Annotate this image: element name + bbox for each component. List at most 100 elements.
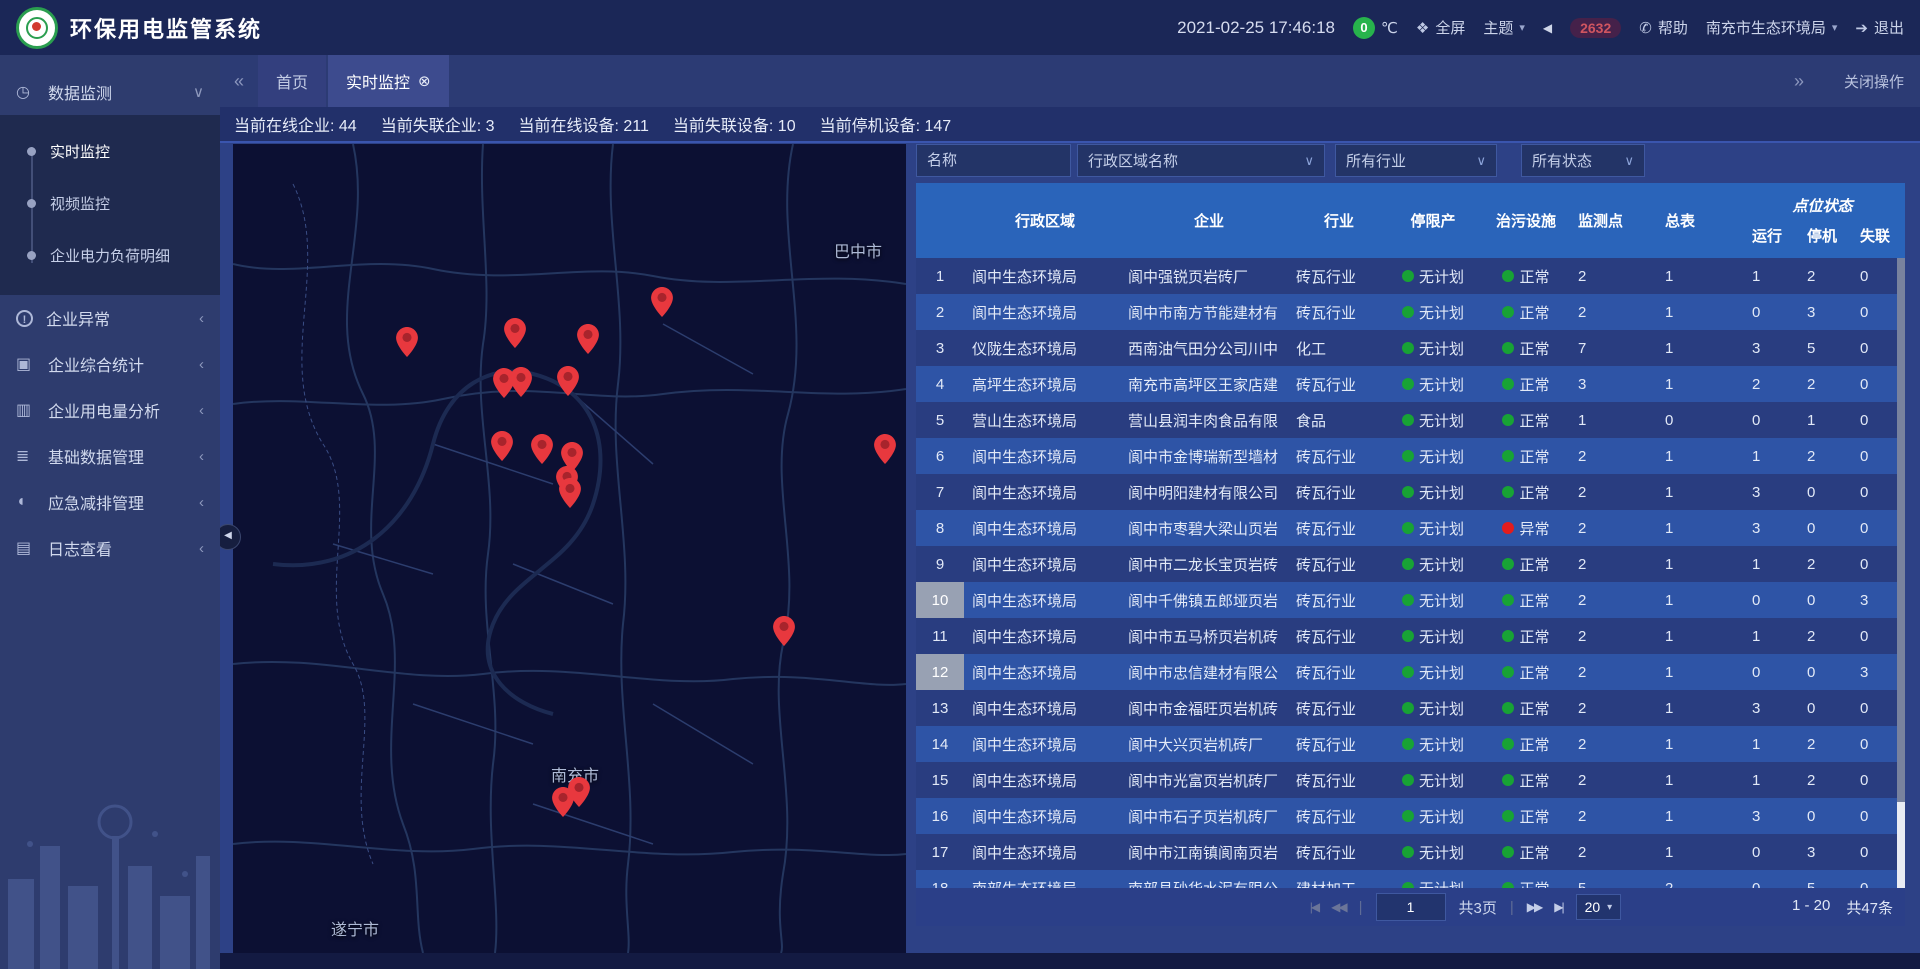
col-point-status-group: 点位状态 运行 停机 失联 [1748, 183, 1897, 258]
next-page-button[interactable]: ▶▶ [1527, 900, 1541, 914]
cell-points: 7 [1572, 330, 1660, 366]
prev-page-button[interactable]: ◀◀ [1331, 900, 1345, 914]
sidebar-subitem-视频监控[interactable]: 视频监控 [0, 177, 220, 229]
map-pin-icon[interactable] [531, 434, 553, 464]
cell-stop-status: 无计划 [1386, 762, 1480, 798]
logout-button[interactable]: ➔ 退出 [1855, 17, 1904, 38]
close-operations-button[interactable]: 关闭操作 [1844, 71, 1904, 92]
last-page-button[interactable]: ▶| [1554, 900, 1562, 914]
tab-实时监控[interactable]: 实时监控⊗ [328, 55, 449, 107]
cell-company: 阆中千佛镇五郎垭页岩 [1126, 582, 1292, 618]
close-tab-icon[interactable]: ⊗ [418, 72, 431, 90]
notification-badge[interactable]: 2632 [1570, 18, 1621, 38]
table-row[interactable]: 2阆中生态环境局阆中市南方节能建材有砖瓦行业无计划正常21030 [916, 294, 1905, 330]
table-row[interactable]: 14阆中生态环境局阆中大兴页岩机砖厂砖瓦行业无计划正常21120 [916, 726, 1905, 762]
table-row[interactable]: 8阆中生态环境局阆中市枣碧大梁山页岩砖瓦行业无计划异常21300 [916, 510, 1905, 546]
table-scrollbar-track[interactable] [1897, 258, 1905, 888]
help-button[interactable]: ✆ 帮助 [1639, 17, 1688, 38]
table-row[interactable]: 15阆中生态环境局阆中市光富页岩机砖厂砖瓦行业无计划正常21120 [916, 762, 1905, 798]
sidebar-item-企业用电量分析[interactable]: ▥企业用电量分析‹ [0, 387, 220, 433]
map-pin-icon[interactable] [396, 327, 418, 357]
table-row[interactable]: 4高坪生态环境局南充市高坪区王家店建砖瓦行业无计划正常31220 [916, 366, 1905, 402]
cell-lost: 0 [1856, 762, 1897, 798]
map-pin-icon[interactable] [773, 616, 795, 646]
cell-lost: 3 [1856, 654, 1897, 690]
map-pin-icon[interactable] [504, 318, 526, 348]
cell-index: 18 [916, 870, 964, 888]
theme-label: 主题 [1483, 17, 1513, 38]
cell-facility-status: 正常 [1480, 258, 1572, 294]
name-filter-input[interactable] [917, 145, 1070, 176]
status-dot-icon [1402, 270, 1414, 282]
first-page-button[interactable]: |◀ [1310, 900, 1318, 914]
org-dropdown[interactable]: 南充市生态环境局 ▾ [1706, 17, 1838, 38]
table-row[interactable]: 16阆中生态环境局阆中市石子页岩机砖厂砖瓦行业无计划正常21300 [916, 798, 1905, 834]
table-row[interactable]: 6阆中生态环境局阆中市金博瑞新型墙材砖瓦行业无计划正常21120 [916, 438, 1905, 474]
map-pin-icon[interactable] [874, 434, 896, 464]
map-pin-icon[interactable] [552, 787, 574, 817]
table-row[interactable]: 11阆中生态环境局阆中市五马桥页岩机砖砖瓦行业无计划正常21120 [916, 618, 1905, 654]
table-row[interactable]: 3仪陇生态环境局西南油气田分公司川中化工无计划正常71350 [916, 330, 1905, 366]
sidebar-subitem-企业电力负荷明细[interactable]: 企业电力负荷明细 [0, 229, 220, 281]
cell-index: 5 [916, 402, 964, 438]
table-row[interactable]: 9阆中生态环境局阆中市二龙长宝页岩砖砖瓦行业无计划正常21120 [916, 546, 1905, 582]
map-pin-icon[interactable] [559, 478, 581, 508]
table-row[interactable]: 10阆中生态环境局阆中千佛镇五郎垭页岩砖瓦行业无计划正常21003 [916, 582, 1905, 618]
sidebar-item-基础数据管理[interactable]: ≣基础数据管理‹ [0, 433, 220, 479]
stop-status-label: 无计划 [1419, 806, 1464, 827]
sidebar-item-数据监测[interactable]: ◷数据监测∨ [0, 69, 220, 115]
map-pin-icon[interactable] [577, 324, 599, 354]
cell-halt: 2 [1803, 438, 1856, 474]
industry-filter-select[interactable]: 所有行业 ∨ [1335, 144, 1497, 177]
stats-icon: ▣ [16, 354, 42, 374]
cell-stop-status: 无计划 [1386, 582, 1480, 618]
table-row[interactable]: 13阆中生态环境局阆中市金福旺页岩机砖砖瓦行业无计划正常21300 [916, 690, 1905, 726]
col-run: 运行 [1748, 225, 1803, 246]
region-filter-select[interactable]: 行政区域名称 ∨ [1077, 144, 1325, 177]
table-row[interactable]: 12阆中生态环境局阆中市忠信建材有限公砖瓦行业无计划正常21003 [916, 654, 1905, 690]
status-dot-icon [1502, 558, 1514, 570]
cell-lost: 0 [1856, 330, 1897, 366]
tabs-scroll-left-icon[interactable]: « [234, 71, 244, 92]
cell-lost: 0 [1856, 798, 1897, 834]
app-logo [16, 7, 58, 49]
cell-industry: 砖瓦行业 [1292, 726, 1386, 762]
cell-region: 阆中生态环境局 [964, 762, 1126, 798]
stop-status-label: 无计划 [1419, 626, 1464, 647]
sidebar-subitem-实时监控[interactable]: 实时监控 [0, 125, 220, 177]
map-pin-icon[interactable] [557, 366, 579, 396]
sidebar-item-日志查看[interactable]: ▤日志查看‹ [0, 525, 220, 571]
sidebar-item-企业综合统计[interactable]: ▣企业综合统计‹ [0, 341, 220, 387]
table-row[interactable]: 7阆中生态环境局阆中明阳建材有限公司砖瓦行业无计划正常21300 [916, 474, 1905, 510]
table-row[interactable]: 18南部生态环境局南部县砂华水泥有限公建材加工无计划正常52050 [916, 870, 1905, 888]
cell-meters: 1 [1660, 258, 1748, 294]
page-size-select[interactable]: 20 ▾ [1576, 894, 1622, 920]
map-pin-icon[interactable] [510, 367, 532, 397]
map-pin-icon[interactable] [651, 287, 673, 317]
temperature-value: 0 [1353, 17, 1375, 39]
cell-stop-status: 无计划 [1386, 294, 1480, 330]
cell-stop-status: 无计划 [1386, 258, 1480, 294]
map-pin-icon[interactable] [491, 431, 513, 461]
sidebar-item-应急减排管理[interactable]: ◖应急减排管理‹ [0, 479, 220, 525]
table-scrollbar-thumb[interactable] [1897, 802, 1905, 888]
sidebar-item-企业异常[interactable]: !企业异常‹ [0, 295, 220, 341]
cell-stop-status: 无计划 [1386, 834, 1480, 870]
tab-首页[interactable]: 首页 [258, 55, 326, 107]
cell-halt: 1 [1803, 402, 1856, 438]
tabs-scroll-right-icon[interactable]: » [1794, 71, 1804, 92]
cell-company: 阆中市枣碧大梁山页岩 [1126, 510, 1292, 546]
fullscreen-button[interactable]: ❖ 全屏 [1416, 17, 1465, 38]
cell-company: 阆中市二龙长宝页岩砖 [1126, 546, 1292, 582]
table-row[interactable]: 5营山生态环境局营山县润丰肉食品有限食品无计划正常10010 [916, 402, 1905, 438]
map[interactable]: 巴中市南充市遂宁市 [233, 144, 906, 953]
cell-index: 15 [916, 762, 964, 798]
cell-meters: 1 [1660, 726, 1748, 762]
table-row[interactable]: 17阆中生态环境局阆中市江南镇阆南页岩砖瓦行业无计划正常21030 [916, 834, 1905, 870]
status-filter-select[interactable]: 所有状态 ∨ [1521, 144, 1645, 177]
theme-dropdown[interactable]: 主题 ▾ [1483, 17, 1525, 38]
mute-icon[interactable]: ◀ [1543, 21, 1552, 35]
table-row[interactable]: 1阆中生态环境局阆中强锐页岩砖厂砖瓦行业无计划正常21120 [916, 258, 1905, 294]
cell-run: 1 [1748, 618, 1803, 654]
page-number-input[interactable] [1376, 893, 1446, 921]
